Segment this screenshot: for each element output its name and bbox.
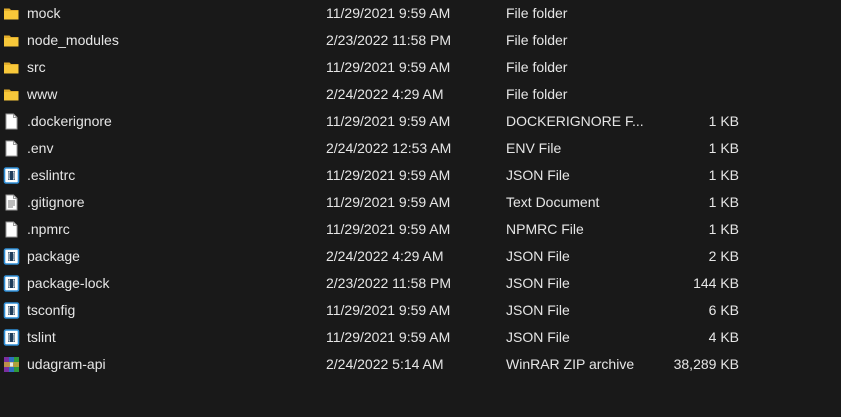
file-row[interactable]: node_modules 2/23/2022 11:58 PM File fol… bbox=[0, 27, 841, 54]
json-file-icon bbox=[3, 329, 20, 346]
file-date: 2/24/2022 4:29 AM bbox=[326, 86, 444, 102]
file-name: www bbox=[27, 86, 58, 102]
file-size: 1 KB bbox=[708, 167, 739, 183]
file-type: NPMRC File bbox=[506, 221, 584, 237]
json-file-icon bbox=[3, 302, 20, 319]
file-row[interactable]: udagram-api 2/24/2022 5:14 AM WinRAR ZIP… bbox=[0, 351, 841, 378]
file-date: 11/29/2021 9:59 AM bbox=[326, 5, 451, 21]
file-size: 38,289 KB bbox=[673, 356, 739, 372]
file-date: 2/24/2022 12:53 AM bbox=[326, 140, 452, 156]
file-row[interactable]: .env 2/24/2022 12:53 AM ENV File 1 KB bbox=[0, 135, 841, 162]
file-name: .gitignore bbox=[27, 194, 85, 210]
file-type: DOCKERIGNORE F... bbox=[506, 113, 644, 129]
file-name: tsconfig bbox=[27, 302, 76, 318]
file-row[interactable]: package-lock 2/23/2022 11:58 PM JSON Fil… bbox=[0, 270, 841, 297]
file-name: node_modules bbox=[27, 32, 119, 48]
file-size: 2 KB bbox=[708, 248, 739, 264]
file-date: 2/23/2022 11:58 PM bbox=[326, 32, 452, 48]
file-name: package bbox=[27, 248, 80, 264]
file-row[interactable]: package 2/24/2022 4:29 AM JSON File 2 KB bbox=[0, 243, 841, 270]
file-type: JSON File bbox=[506, 302, 570, 318]
file-size: 1 KB bbox=[708, 194, 739, 210]
file-size: 4 KB bbox=[708, 329, 739, 345]
file-date: 11/29/2021 9:59 AM bbox=[326, 221, 451, 237]
file-row[interactable]: tsconfig 11/29/2021 9:59 AM JSON File 6 … bbox=[0, 297, 841, 324]
file-type: File folder bbox=[506, 32, 568, 48]
file-type: JSON File bbox=[506, 275, 570, 291]
json-file-icon bbox=[3, 275, 20, 292]
file-name: src bbox=[27, 59, 46, 75]
file-name: .eslintrc bbox=[27, 167, 76, 183]
file-date: 11/29/2021 9:59 AM bbox=[326, 113, 451, 129]
folder-icon bbox=[3, 5, 20, 22]
file-type: Text Document bbox=[506, 194, 600, 210]
file-type: File folder bbox=[506, 59, 568, 75]
file-row[interactable]: .npmrc 11/29/2021 9:59 AM NPMRC File 1 K… bbox=[0, 216, 841, 243]
file-date: 11/29/2021 9:59 AM bbox=[326, 302, 451, 318]
text-file-icon bbox=[3, 194, 20, 211]
blank-file-icon bbox=[3, 113, 20, 130]
file-row[interactable]: .dockerignore 11/29/2021 9:59 AM DOCKERI… bbox=[0, 108, 841, 135]
file-list: mock 11/29/2021 9:59 AM File folder node… bbox=[0, 0, 841, 417]
file-name: .npmrc bbox=[27, 221, 70, 237]
blank-file-icon bbox=[3, 221, 20, 238]
file-row[interactable]: www 2/24/2022 4:29 AM File folder bbox=[0, 81, 841, 108]
folder-icon bbox=[3, 32, 20, 49]
file-row[interactable]: src 11/29/2021 9:59 AM File folder bbox=[0, 54, 841, 81]
file-date: 11/29/2021 9:59 AM bbox=[326, 59, 451, 75]
file-size: 1 KB bbox=[708, 140, 739, 156]
file-name: mock bbox=[27, 5, 61, 21]
file-name: .dockerignore bbox=[27, 113, 112, 129]
file-name: udagram-api bbox=[27, 356, 106, 372]
winrar-archive-icon bbox=[3, 356, 20, 373]
json-file-icon bbox=[3, 248, 20, 265]
file-type: File folder bbox=[506, 86, 568, 102]
blank-file-icon bbox=[3, 140, 20, 157]
file-type: WinRAR ZIP archive bbox=[506, 356, 635, 372]
file-date: 2/23/2022 11:58 PM bbox=[326, 275, 452, 291]
file-type: JSON File bbox=[506, 167, 570, 183]
folder-icon bbox=[3, 86, 20, 103]
json-file-icon bbox=[3, 167, 20, 184]
file-type: JSON File bbox=[506, 248, 570, 264]
file-size: 6 KB bbox=[708, 302, 739, 318]
file-size: 1 KB bbox=[708, 113, 739, 129]
file-type: JSON File bbox=[506, 329, 570, 345]
file-type: ENV File bbox=[506, 140, 562, 156]
file-row[interactable]: .gitignore 11/29/2021 9:59 AM Text Docum… bbox=[0, 189, 841, 216]
file-size: 144 KB bbox=[693, 275, 739, 291]
file-name: tslint bbox=[27, 329, 56, 345]
file-date: 2/24/2022 5:14 AM bbox=[326, 356, 444, 372]
folder-icon bbox=[3, 59, 20, 76]
file-size: 1 KB bbox=[708, 221, 739, 237]
file-row[interactable]: tslint 11/29/2021 9:59 AM JSON File 4 KB bbox=[0, 324, 841, 351]
file-type: File folder bbox=[506, 5, 568, 21]
file-date: 11/29/2021 9:59 AM bbox=[326, 194, 451, 210]
file-row[interactable]: mock 11/29/2021 9:59 AM File folder bbox=[0, 0, 841, 27]
file-date: 11/29/2021 9:59 AM bbox=[326, 329, 451, 345]
file-name: package-lock bbox=[27, 275, 110, 291]
file-date: 11/29/2021 9:59 AM bbox=[326, 167, 451, 183]
file-name: .env bbox=[27, 140, 54, 156]
file-row[interactable]: .eslintrc 11/29/2021 9:59 AM JSON File 1… bbox=[0, 162, 841, 189]
file-date: 2/24/2022 4:29 AM bbox=[326, 248, 444, 264]
